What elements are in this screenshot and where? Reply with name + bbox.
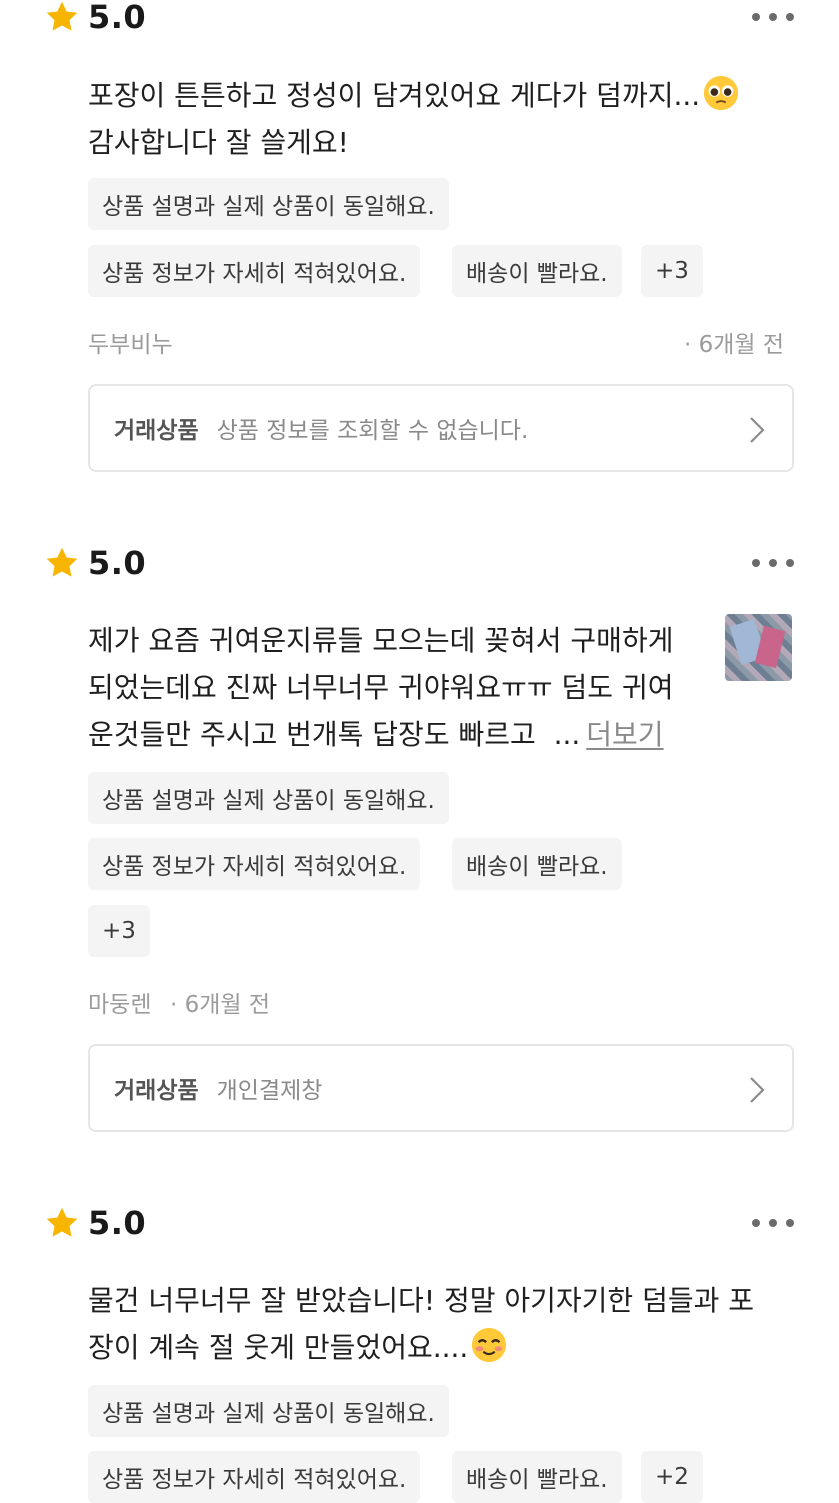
more-options-icon[interactable] — [752, 557, 794, 569]
rating: 5.0 — [44, 543, 146, 583]
ellipsis: ... — [553, 718, 581, 751]
review-time: · 6개월 전 — [684, 332, 785, 358]
star-icon — [46, 1, 78, 31]
traded-product-label: 거래상품 — [114, 1078, 199, 1104]
review-text-line: 제가 요즘 귀여운지류들 모으는데 꽂혀서 구매하게 — [88, 624, 674, 657]
rating: 5.0 — [44, 0, 146, 37]
review-tag: 배송이 빨라요. — [452, 838, 622, 890]
review-tag: 상품 설명과 실제 상품이 동일해요. — [88, 178, 449, 230]
star-icon — [46, 1207, 78, 1237]
review-text: 제가 요즘 귀여운지류들 모으는데 꽂혀서 구매하게 되었는데요 진짜 너무너무… — [88, 617, 673, 758]
review-text-line: 장이 계속 절 웃게 만들었어요.... — [88, 1331, 469, 1364]
review-text-line: 운것들만 주시고 번개톡 답장도 빠르고 — [88, 718, 536, 751]
more-tags-badge[interactable]: +3 — [641, 245, 703, 297]
chevron-right-icon — [750, 417, 765, 443]
review-text-line: 포장이 튼튼하고 정성이 담겨있어요 게다가 덤까지... — [88, 79, 701, 112]
review-tag: 상품 설명과 실제 상품이 동일해요. — [88, 1385, 449, 1437]
review-tag: 상품 설명과 실제 상품이 동일해요. — [88, 772, 449, 824]
rating-value: 5.0 — [88, 1204, 147, 1242]
review-tag: 배송이 빨라요. — [452, 245, 622, 297]
review-tag: 상품 정보가 자세히 적혀있어요. — [88, 1451, 421, 1503]
review-tag: 배송이 빨라요. — [452, 1451, 622, 1503]
review-author: 두부비누 — [88, 332, 173, 358]
review-text-line: 감사합니다 잘 쓸게요! — [88, 126, 349, 159]
review-text: 포장이 튼튼하고 정성이 담겨있어요 게다가 덤까지... 감사합니다 잘 쓸게… — [88, 72, 740, 166]
more-tags-badge[interactable]: +2 — [641, 1451, 703, 1503]
review-tag: 상품 정보가 자세히 적혀있어요. — [88, 838, 421, 890]
star-icon — [46, 547, 78, 577]
review-text-line: 물건 너무너무 잘 받았습니다! 정말 아기자기한 덤들과 포 — [88, 1284, 755, 1317]
review-author: 마둥렌 — [88, 992, 152, 1018]
rating-value: 5.0 — [88, 0, 147, 36]
smiling-face-emoji — [472, 1327, 507, 1363]
review-photo-thumbnail[interactable] — [725, 614, 792, 681]
traded-product-value: 개인결제창 — [216, 1078, 323, 1104]
see-more-link[interactable]: 더보기 — [586, 718, 663, 751]
rating: 5.0 — [44, 1203, 146, 1243]
traded-product-value: 상품 정보를 조회할 수 없습니다. — [216, 418, 529, 444]
more-options-icon[interactable] — [752, 1217, 794, 1229]
more-options-icon[interactable] — [752, 11, 794, 23]
pleading-face-emoji — [704, 75, 739, 111]
review-text: 물건 너무너무 잘 받았습니다! 정말 아기자기한 덤들과 포 장이 계속 절 … — [88, 1277, 754, 1371]
review-tag: 상품 정보가 자세히 적혀있어요. — [88, 245, 421, 297]
traded-product-label: 거래상품 — [114, 418, 199, 444]
chevron-right-icon — [750, 1077, 765, 1103]
traded-product-link[interactable]: 거래상품 상품 정보를 조회할 수 없습니다. — [88, 384, 794, 472]
rating-value: 5.0 — [88, 544, 147, 582]
more-tags-badge[interactable]: +3 — [88, 905, 150, 957]
review-text-line: 되었는데요 진짜 너무너무 귀야워요ㅠㅠ 덤도 귀여 — [88, 671, 674, 704]
review-time: · 6개월 전 — [170, 992, 271, 1018]
traded-product-link[interactable]: 거래상품 개인결제창 — [88, 1044, 794, 1132]
